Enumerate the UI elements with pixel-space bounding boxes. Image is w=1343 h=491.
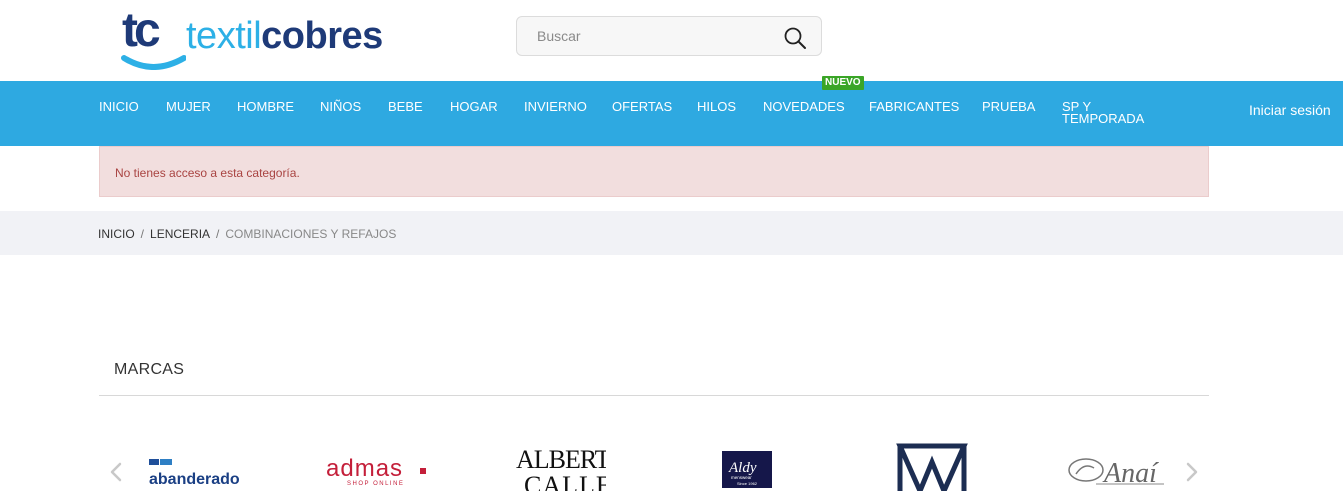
brand-logo-albert-calle[interactable]: ALBERT CALLE — [514, 438, 606, 491]
alert-message: No tienes acceso a esta categoría. — [115, 166, 300, 180]
chevron-left-icon[interactable] — [108, 460, 124, 484]
access-alert: No tienes acceso a esta categoría. — [99, 146, 1209, 197]
svg-text:abanderado: abanderado — [149, 471, 240, 488]
search-input[interactable] — [527, 23, 777, 49]
svg-text:Since 1962: Since 1962 — [737, 481, 758, 486]
main-navigation: INICIO MUJER HOMBRE NIÑOS BEBE HOGAR INV… — [0, 76, 1343, 146]
brand-logo-aldy[interactable]: Aldy menswear Since 1962 — [700, 438, 792, 491]
nav-item-ofertas[interactable]: OFERTAS — [612, 100, 672, 113]
nav-item-hombre[interactable]: HOMBRE — [237, 100, 294, 113]
svg-text:Aldy: Aldy — [728, 460, 757, 476]
brand-logo-anai[interactable]: Anaí — [1066, 438, 1166, 491]
nav-item-inicio[interactable]: INICIO — [99, 100, 139, 113]
svg-text:admas: admas — [326, 455, 403, 482]
search-box — [516, 16, 822, 56]
nav-item-fabricantes[interactable]: FABRICANTES — [869, 100, 959, 113]
svg-text:CALLE: CALLE — [524, 471, 606, 491]
search-icon[interactable] — [783, 26, 807, 50]
logo-text-cobres: cobres — [261, 15, 383, 57]
chevron-right-icon[interactable] — [1184, 460, 1200, 484]
svg-text:ALBERT: ALBERT — [516, 445, 606, 474]
nav-item-bebe[interactable]: BEBE — [388, 100, 423, 113]
breadcrumb-current: COMBINACIONES Y REFAJOS — [225, 227, 397, 241]
brand-logo-am-monogram[interactable] — [888, 438, 980, 491]
site-logo[interactable]: tc textilcobres — [120, 0, 400, 72]
site-header: tc textilcobres — [0, 0, 1343, 81]
new-badge: NUEVO — [822, 76, 864, 90]
brands-divider — [99, 395, 1209, 396]
breadcrumb-separator: / — [140, 227, 145, 241]
nav-item-prueba[interactable]: PRUEBA — [982, 100, 1035, 113]
breadcrumb-lenceria[interactable]: LENCERIA — [150, 227, 210, 241]
svg-text:tc: tc — [122, 4, 160, 57]
nav-item-invierno[interactable]: INVIERNO — [524, 100, 587, 113]
breadcrumb: INICIO / LENCERIA / COMBINACIONES Y REFAJOS — [0, 211, 1343, 255]
svg-text:SHOP ONLINE: SHOP ONLINE — [347, 481, 404, 487]
logo-text-textil: textil — [186, 15, 262, 57]
brand-logo-abanderado[interactable]: abanderado — [148, 438, 240, 491]
nav-item-ninos[interactable]: NIÑOS — [320, 100, 361, 113]
brands-title: MARCAS — [114, 361, 185, 378]
nav-item-hilos[interactable]: HILOS — [697, 100, 736, 113]
logo-mark-icon: tc — [121, 4, 186, 70]
nav-item-novedades[interactable]: NOVEDADES — [763, 100, 845, 113]
svg-text:menswear: menswear — [731, 475, 752, 480]
nav-item-sp-temporada[interactable]: SP Y TEMPORADA — [1062, 100, 1146, 125]
breadcrumb-inicio[interactable]: INICIO — [98, 227, 135, 241]
nav-item-hogar[interactable]: HOGAR — [450, 100, 498, 113]
login-link[interactable]: Iniciar sesión — [1249, 102, 1331, 118]
brand-logo-admas[interactable]: admas SHOP ONLINE — [325, 438, 429, 491]
nav-item-mujer[interactable]: MUJER — [166, 100, 211, 113]
breadcrumb-separator: / — [216, 227, 220, 241]
logo-wordmark: textilcobres — [186, 14, 383, 58]
